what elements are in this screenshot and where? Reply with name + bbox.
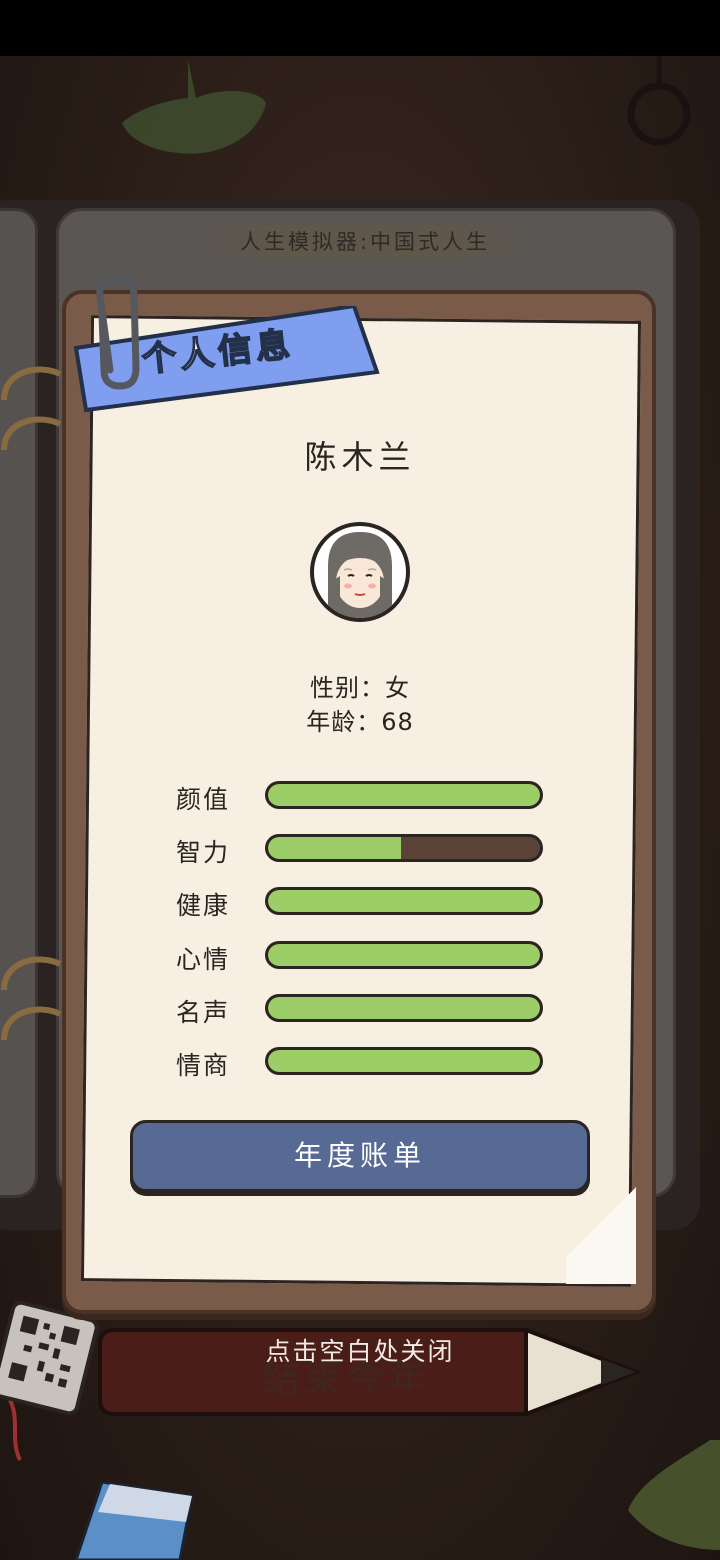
ginkgo-leaf-icon [628,1440,720,1550]
elderly-woman-avatar-icon [310,522,410,622]
left-page [0,208,38,1198]
stat-label-mood: 心情 [176,945,231,974]
stat-bar-appearance [265,781,543,809]
character-name: 陈木兰 [304,438,416,476]
stat-bar-health [265,887,543,915]
status-bar [0,0,720,56]
binder-ring-icon [1,956,62,991]
stat-fill [268,944,540,966]
binder-ring-icon [1,366,62,401]
stat-fill [268,1050,540,1072]
stat-fill [268,997,540,1019]
gender-line: 性别：女 [310,674,410,702]
ginkgo-leaf-icon [122,60,266,154]
stat-fill [268,784,540,806]
close-hint[interactable]: 点击空白处关闭 [240,1332,480,1368]
binder-ring-icon [1,416,62,451]
annual-bill-button[interactable]: 年度账单 [130,1120,590,1192]
paperclip-icon [96,274,140,390]
game-title: 人生模拟器:中国式人生 [239,230,491,254]
stat-bar-reputation [265,994,543,1022]
hanging-ring-icon [627,56,691,146]
stat-label-reputation: 名声 [176,998,231,1027]
stat-bar-mood [265,941,543,969]
stat-label-intelligence: 智力 [176,838,231,867]
stat-bar-eq [265,1047,543,1075]
binder-ring-icon [1,1006,62,1041]
stat-fill [268,837,402,859]
stat-label-health: 健康 [176,891,231,920]
stat-label-appearance: 颜值 [176,785,231,814]
stat-bar-intelligence [265,834,543,862]
qr-code-icon[interactable] [0,1300,100,1470]
eraser-icon [74,1482,194,1560]
stat-fill [268,890,540,912]
age-line: 年龄：68 [306,708,414,736]
stat-label-eq: 情商 [176,1051,231,1080]
